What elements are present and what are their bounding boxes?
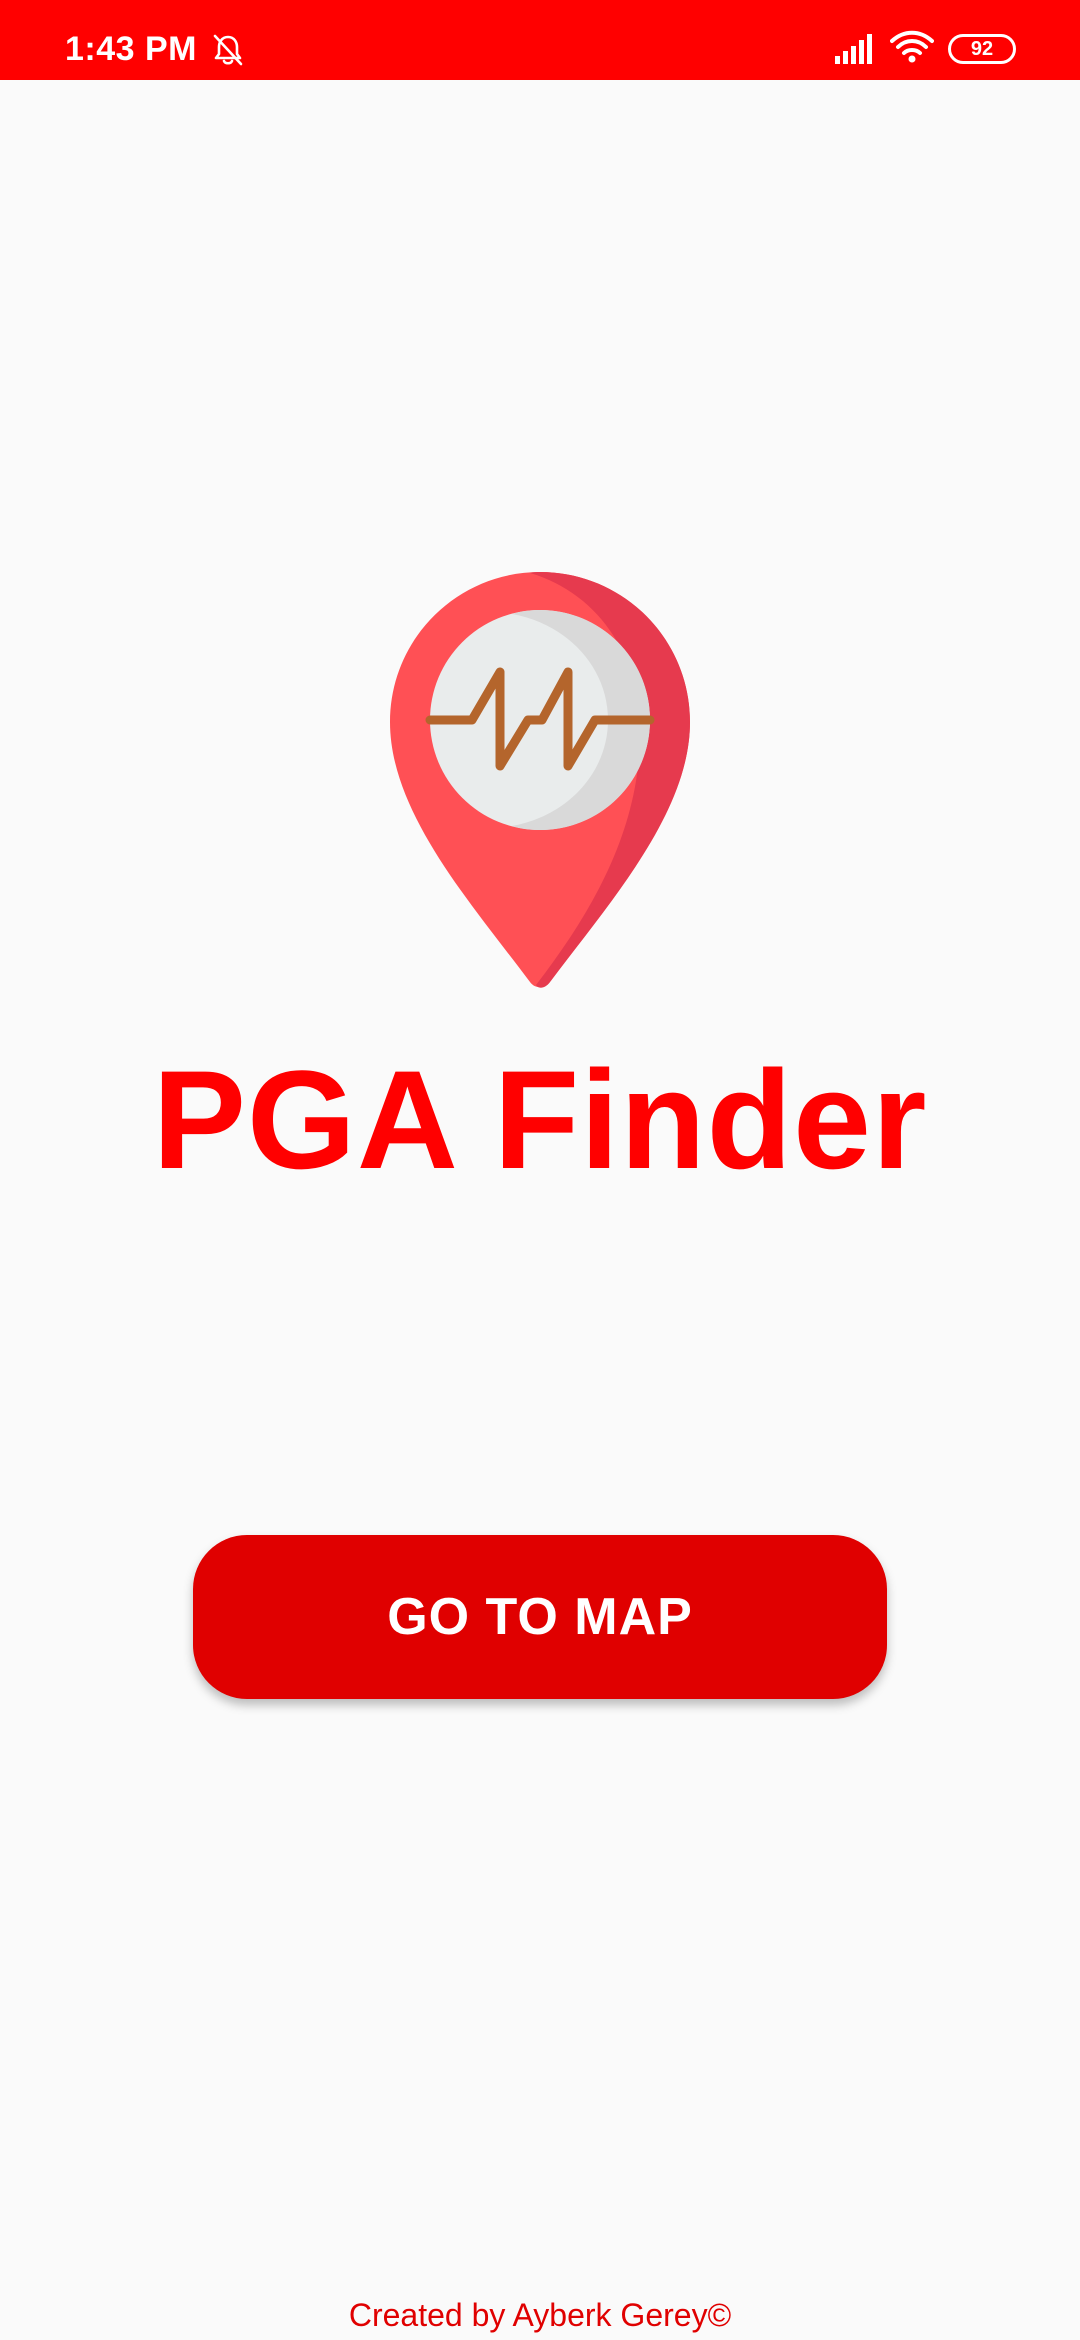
home-screen: 1:43 PM 92 PGA Finder GO TO MAP Created … (0, 0, 1080, 2340)
signal-icon (835, 34, 872, 64)
battery-icon: 92 (948, 34, 1016, 64)
wifi-icon (890, 30, 934, 63)
mute-icon (213, 34, 243, 66)
footer-credit: Created by Ayberk Gerey© (348, 2297, 732, 2333)
app-title: PGA Finder (152, 1041, 928, 1198)
map-pin-seismograph-icon (390, 572, 690, 988)
go-to-map-button[interactable]: GO TO MAP (193, 1535, 887, 1699)
battery-level: 92 (970, 38, 994, 60)
status-bar: 1:43 PM 92 (0, 0, 1080, 80)
status-time: 1:43 PM (65, 30, 197, 68)
